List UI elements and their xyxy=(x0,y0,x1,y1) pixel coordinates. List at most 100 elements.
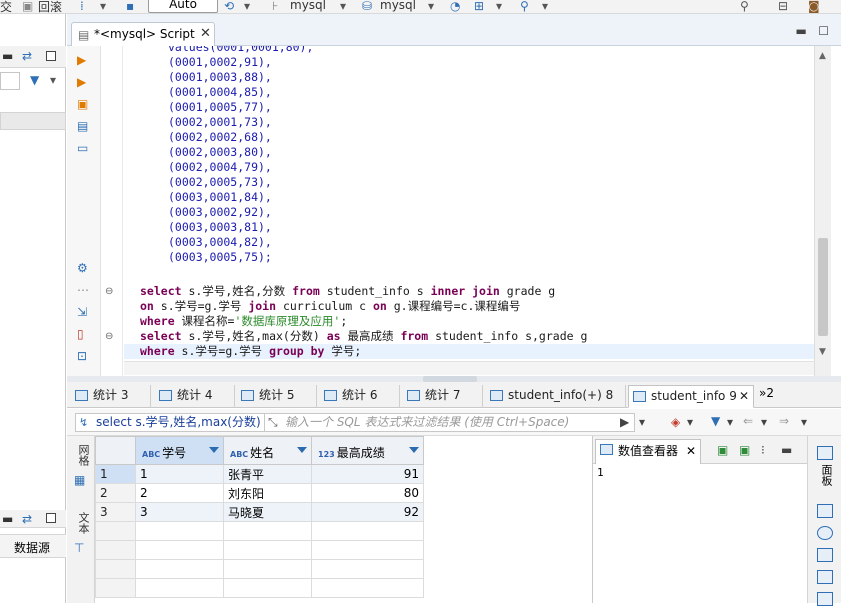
chevron-down-icon[interactable]: ▾ xyxy=(801,416,807,428)
chart-icon[interactable] xyxy=(817,548,833,562)
grid-icon[interactable]: ▦ xyxy=(74,474,85,486)
link-editor-icon[interactable]: ⇄ xyxy=(22,50,32,62)
table-cell[interactable]: 3 xyxy=(135,502,224,522)
chevron-down-icon[interactable]: ▾ xyxy=(496,0,502,12)
chevron-down-icon[interactable]: ▾ xyxy=(542,0,548,12)
column-header-name[interactable]: ABC 姓名 xyxy=(223,436,312,465)
tab-stat-7[interactable]: 统计 7 xyxy=(403,385,483,408)
tab-stat-3[interactable]: 统计 3 xyxy=(71,385,151,408)
table-row[interactable]: 2 2 刘东阳 80 xyxy=(95,483,424,503)
chevron-down-icon[interactable]: ▾ xyxy=(761,416,767,428)
save-icon[interactable]: ▣ xyxy=(717,444,728,456)
navigator-icon[interactable]: ⊞ xyxy=(474,0,484,12)
column-header-id[interactable]: ABC 学号 xyxy=(135,436,224,465)
tab-grid[interactable]: 网格 xyxy=(71,444,91,466)
global-search-icon[interactable]: ⚲ xyxy=(740,0,749,12)
column-header-max-score[interactable]: 123 最高成绩 xyxy=(311,436,424,465)
chevron-down-icon[interactable]: ▾ xyxy=(428,0,434,12)
editor-horizontal-scrollbar[interactable] xyxy=(124,361,814,375)
table-cell[interactable]: 1 xyxy=(135,464,224,484)
row-number[interactable]: 2 xyxy=(95,483,136,503)
fold-toggle-icon[interactable]: ⊖ xyxy=(105,331,113,343)
minimize-icon[interactable]: ▬ xyxy=(2,50,13,62)
navigator-filter-input[interactable] xyxy=(0,72,20,90)
auto-apply-icon[interactable]: ▣ xyxy=(739,444,750,456)
table-cell[interactable]: 马晓夏 xyxy=(223,502,312,522)
row-number[interactable]: 3 xyxy=(95,502,136,522)
more-tabs-indicator[interactable]: »2 xyxy=(759,386,774,400)
explain-plan-icon[interactable]: ▤ xyxy=(77,120,88,132)
maximize-button[interactable] xyxy=(46,51,56,61)
avatar[interactable]: ◙ xyxy=(808,0,820,12)
maximize-button[interactable] xyxy=(46,513,56,523)
format-icon[interactable]: ⊡ xyxy=(77,350,87,362)
table-cell[interactable]: 92 xyxy=(311,502,424,522)
minimize-icon[interactable]: ▬ xyxy=(781,444,792,456)
sort-icon[interactable] xyxy=(209,447,219,453)
close-icon[interactable]: ✕ xyxy=(200,26,211,41)
chevron-down-icon[interactable]: ▾ xyxy=(100,0,106,12)
execute-new-tab-icon[interactable]: ▶ xyxy=(77,76,86,88)
more-icon[interactable]: ⋯ xyxy=(77,284,89,296)
commit-label[interactable]: 交 xyxy=(0,0,12,15)
save-script-icon[interactable]: ▯ xyxy=(77,328,84,340)
tab-text[interactable]: 文本 xyxy=(71,512,91,534)
chevron-down-icon[interactable]: ▾ xyxy=(340,0,346,12)
connection-selector[interactable]: mysql xyxy=(290,0,326,12)
row-number[interactable]: 1 xyxy=(95,464,136,484)
filter-icon[interactable]: ▼ xyxy=(711,415,720,427)
chevron-down-icon[interactable]: ▾ xyxy=(639,416,645,428)
minimize-icon[interactable]: ▬ xyxy=(2,513,13,525)
calculator-icon[interactable] xyxy=(817,526,833,540)
table-cell[interactable]: 91 xyxy=(311,464,424,484)
filter-icon[interactable]: ▼ xyxy=(30,74,39,86)
table-cell[interactable]: 刘东阳 xyxy=(223,483,312,503)
link-editor-icon[interactable]: ⇄ xyxy=(22,513,32,525)
panels-icon[interactable] xyxy=(817,446,833,460)
table-cell[interactable]: 张青平 xyxy=(223,464,312,484)
export-icon[interactable]: ⇲ xyxy=(77,306,87,318)
menu-icon[interactable]: ⁝ xyxy=(761,444,765,456)
table-cell[interactable]: 80 xyxy=(311,483,424,503)
sort-icon[interactable] xyxy=(409,447,419,453)
rollback-button[interactable]: 回滚 xyxy=(38,0,62,15)
chevron-down-icon[interactable]: ▾ xyxy=(50,74,56,86)
schema-selector[interactable]: mysql xyxy=(380,0,416,12)
tab-value-viewer[interactable]: 数值查看器 ✕ xyxy=(595,439,702,464)
metadata-icon[interactable] xyxy=(817,570,833,584)
scrollbar-thumb[interactable] xyxy=(818,238,828,336)
history-icon[interactable]: ⟲ xyxy=(224,0,234,12)
datasource-column-header[interactable]: 数据源 xyxy=(14,539,50,556)
chevron-down-icon[interactable]: ▾ xyxy=(687,416,693,428)
maximize-icon[interactable]: ☐ xyxy=(818,24,829,38)
panels-label[interactable]: 面板 xyxy=(818,464,834,486)
lock-icon[interactable]: ▪ xyxy=(126,0,134,12)
console-icon[interactable]: ▭ xyxy=(77,142,88,154)
close-icon[interactable]: ✕ xyxy=(686,440,696,462)
grid-panel-icon[interactable] xyxy=(817,504,833,518)
forward-icon[interactable]: ⇒ xyxy=(779,415,789,427)
table-row[interactable]: 1 1 张青平 91 xyxy=(95,464,424,484)
filter-expression-input[interactable]: ⤡ 输入一个 SQL 表达式来过滤结果 (使用 Ctrl+Space) xyxy=(265,413,635,432)
tab-stat-6[interactable]: 统计 6 xyxy=(320,385,400,408)
transaction-mode-icon[interactable]: ⁞ xyxy=(80,0,84,12)
text-icon[interactable]: ⊤ xyxy=(74,542,84,554)
close-icon[interactable]: ✕ xyxy=(739,386,749,407)
chevron-down-icon[interactable]: ▾ xyxy=(244,0,250,12)
execute-statement-icon[interactable]: ▶ xyxy=(77,54,86,66)
value-viewer-content[interactable]: 1 xyxy=(597,466,604,479)
settings-icon[interactable]: ⚙ xyxy=(77,262,88,274)
perspective-icon[interactable]: ⊟ xyxy=(778,0,788,12)
fold-toggle-icon[interactable]: ⊖ xyxy=(105,286,113,298)
sql-editor[interactable]: values(0001,0001,80), (0001,0002,91), (000… xyxy=(124,46,814,380)
tab-stat-5[interactable]: 统计 5 xyxy=(237,385,317,408)
editor-vertical-scrollbar[interactable]: ▲ ▼ xyxy=(814,46,831,380)
tab-student-info-8[interactable]: student_info(+) 8 xyxy=(486,385,626,408)
sort-icon[interactable] xyxy=(297,447,307,453)
tab-stat-4[interactable]: 统计 4 xyxy=(155,385,235,408)
back-icon[interactable]: ⇐ xyxy=(743,415,753,427)
apply-filter-icon[interactable]: ▶ xyxy=(620,416,629,428)
tab-mysql-script[interactable]: ▤ *<mysql> Script ✕ xyxy=(71,22,215,46)
table-cell[interactable]: 2 xyxy=(135,483,224,503)
auto-commit-selector[interactable]: Auto xyxy=(148,0,218,13)
